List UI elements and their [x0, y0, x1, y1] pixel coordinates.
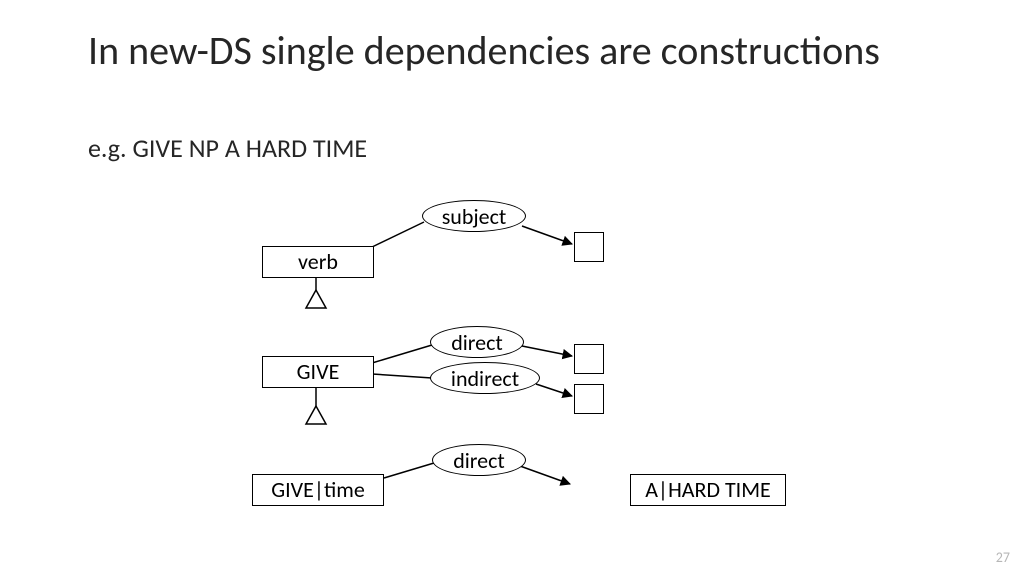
node-empty-3	[574, 384, 604, 414]
node-give-time: GIVE|time	[252, 474, 384, 506]
node-a-hard-time: A|HARD TIME	[630, 474, 786, 506]
page-number: 27	[996, 549, 1010, 566]
node-verb: verb	[262, 246, 374, 278]
edge-subject: subject	[422, 200, 526, 232]
node-empty-2	[574, 344, 604, 374]
node-give: GIVE	[262, 356, 374, 388]
slide-title: In new-DS single dependencies are constr…	[88, 28, 908, 74]
edge-indirect: indirect	[430, 362, 540, 394]
slide-subtitle: e.g. GIVE NP A HARD TIME	[88, 132, 367, 164]
edge-direct-1: direct	[430, 326, 524, 358]
slide: In new-DS single dependencies are constr…	[0, 0, 1024, 576]
node-empty-1	[574, 232, 604, 262]
diagram-lines	[0, 0, 1024, 576]
edge-direct-2: direct	[432, 444, 526, 476]
